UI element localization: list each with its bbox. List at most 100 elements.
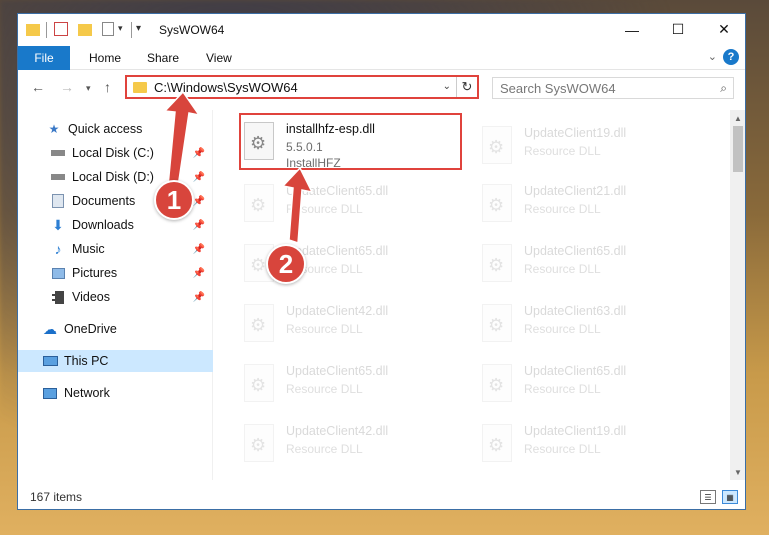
tab-view[interactable]: View: [206, 51, 232, 65]
address-bar[interactable]: C:\Windows\SysWOW64 ⌄ ↻: [125, 75, 479, 99]
file-explorer-window: ▾ ▾ SysWOW64 — ☐ ✕ File Home Share View …: [17, 13, 746, 510]
onedrive-icon: ☁: [43, 320, 57, 337]
file-highlight-outline: [239, 113, 462, 170]
folder-icon: [133, 81, 147, 93]
sidebar-item-music[interactable]: ♪ Music 📌: [18, 238, 213, 260]
sidebar-item-label: Music: [72, 242, 105, 256]
sidebar-item-label: Quick access: [68, 122, 143, 136]
pin-icon[interactable]: 📌: [193, 244, 205, 255]
status-bar: 167 items ☰ ▦: [18, 486, 745, 509]
pin-icon[interactable]: 📌: [193, 292, 205, 303]
expand-ribbon-icon[interactable]: ⌄: [708, 50, 717, 63]
vertical-scrollbar[interactable]: ▲ ▼: [730, 110, 745, 480]
pin-icon[interactable]: 📌: [193, 172, 205, 183]
chevron-down-icon[interactable]: ⌄: [443, 81, 451, 92]
file-name: UpdateClient65.dll: [524, 244, 627, 258]
details-view-icon[interactable]: ☰: [700, 490, 716, 504]
customize-qat-icon[interactable]: [102, 22, 114, 36]
file-name: UpdateClient65.dll: [524, 364, 627, 378]
refresh-icon[interactable]: ↻: [456, 77, 477, 97]
step-2-badge: 2: [266, 244, 306, 284]
help-icon[interactable]: ?: [723, 49, 739, 65]
file-description: Resource DLL: [286, 322, 363, 336]
file-description: Resource DLL: [524, 202, 601, 216]
file-description: Resource DLL: [524, 382, 601, 396]
sidebar-item-label: Pictures: [72, 266, 118, 280]
pictures-icon: [50, 266, 66, 280]
maximize-button[interactable]: ☐: [655, 14, 701, 45]
sidebar-item-label: Local Disk (D:): [72, 170, 154, 184]
qat-more-icon[interactable]: ▾: [136, 23, 141, 34]
tiles-view-icon[interactable]: ▦: [722, 490, 738, 504]
navigation-bar: ← → ▾ ↑ C:\Windows\SysWOW64 ⌄ ↻ Search S…: [18, 71, 745, 105]
close-button[interactable]: ✕: [701, 14, 745, 45]
sidebar-item-videos[interactable]: Videos 📌: [18, 286, 213, 308]
title-bar: ▾ ▾ SysWOW64 — ☐ ✕: [18, 14, 745, 46]
step-1-badge: 1: [154, 180, 194, 220]
scrollbar-thumb[interactable]: [733, 126, 743, 172]
address-path[interactable]: C:\Windows\SysWOW64: [154, 80, 298, 95]
dll-file-icon: [244, 184, 274, 222]
dll-file-icon: [244, 364, 274, 402]
sidebar-item-network[interactable]: Network: [18, 382, 213, 404]
recent-locations-icon[interactable]: ▾: [86, 83, 91, 94]
window-title: SysWOW64: [159, 23, 225, 37]
sidebar-item-pictures[interactable]: Pictures 📌: [18, 262, 213, 284]
file-tile[interactable]: UpdateClient65.dll Resource DLL: [238, 178, 473, 236]
sidebar-item-this-pc[interactable]: This PC: [18, 350, 213, 372]
search-input[interactable]: Search SysWOW64 ⌕: [492, 77, 734, 99]
separator: [46, 22, 47, 38]
pin-icon[interactable]: 📌: [193, 196, 205, 207]
file-name: UpdateClient63.dll: [524, 304, 627, 318]
dll-file-icon: [244, 424, 274, 462]
documents-icon: [50, 194, 66, 208]
file-tile[interactable]: UpdateClient19.dll Resource DLL: [476, 418, 711, 476]
forward-icon[interactable]: →: [60, 79, 74, 95]
file-tile[interactable]: UpdateClient42.dll Resource DLL: [238, 418, 473, 476]
tab-home[interactable]: Home: [89, 51, 121, 65]
scroll-down-icon[interactable]: ▼: [730, 464, 745, 480]
file-description: Resource DLL: [286, 442, 363, 456]
videos-icon: [50, 290, 66, 304]
sidebar-item-label: This PC: [64, 354, 109, 368]
dll-file-icon: [482, 424, 512, 462]
file-tile[interactable]: UpdateClient65.dll Resource DLL: [476, 358, 711, 416]
pin-icon[interactable]: 📌: [193, 268, 205, 279]
up-icon[interactable]: ↑: [104, 79, 111, 95]
file-name: UpdateClient19.dll: [524, 424, 627, 438]
new-folder-icon[interactable]: [78, 24, 92, 36]
file-tile[interactable]: UpdateClient65.dll Resource DLL: [476, 238, 711, 296]
file-name: UpdateClient65.dll: [286, 184, 389, 198]
file-tile[interactable]: UpdateClient19.dll Resource DLL: [476, 120, 711, 178]
sidebar-item-onedrive[interactable]: ☁ OneDrive: [18, 318, 213, 340]
sidebar-item-label: Network: [64, 386, 110, 400]
qat-dropdown-icon[interactable]: ▾: [118, 23, 123, 34]
properties-icon[interactable]: [54, 22, 68, 36]
tab-share[interactable]: Share: [147, 51, 179, 65]
sidebar-item-label: Videos: [72, 290, 110, 304]
dll-file-icon: [482, 304, 512, 342]
drive-icon: [50, 170, 66, 184]
navigation-pane: ★ Quick access Local Disk (C:) 📌 Local D…: [18, 110, 213, 480]
sidebar-item-label: Downloads: [72, 218, 134, 232]
file-tile[interactable]: UpdateClient63.dll Resource DLL: [476, 298, 711, 356]
file-description: Resource DLL: [286, 382, 363, 396]
back-icon[interactable]: ←: [31, 79, 45, 95]
folder-icon: [26, 24, 40, 36]
sidebar-item-label: Local Disk (C:): [72, 146, 154, 160]
file-tile[interactable]: UpdateClient21.dll Resource DLL: [476, 178, 711, 236]
scroll-up-icon[interactable]: ▲: [730, 110, 745, 126]
file-tile[interactable]: UpdateClient42.dll Resource DLL: [238, 298, 473, 356]
item-count: 167 items: [30, 490, 83, 504]
file-name: UpdateClient19.dll: [524, 126, 627, 140]
file-tile[interactable]: UpdateClient65.dll Resource DLL: [238, 358, 473, 416]
pin-icon[interactable]: 📌: [193, 220, 205, 231]
minimize-button[interactable]: —: [609, 14, 655, 45]
search-icon[interactable]: ⌕: [720, 81, 727, 96]
sidebar-item-local-disk-c[interactable]: Local Disk (C:) 📌: [18, 142, 213, 164]
sidebar-item-quick-access[interactable]: ★ Quick access: [18, 118, 213, 140]
drive-icon: [50, 146, 66, 160]
tab-file[interactable]: File: [18, 46, 70, 70]
network-icon: [42, 386, 58, 400]
pin-icon[interactable]: 📌: [193, 148, 205, 159]
